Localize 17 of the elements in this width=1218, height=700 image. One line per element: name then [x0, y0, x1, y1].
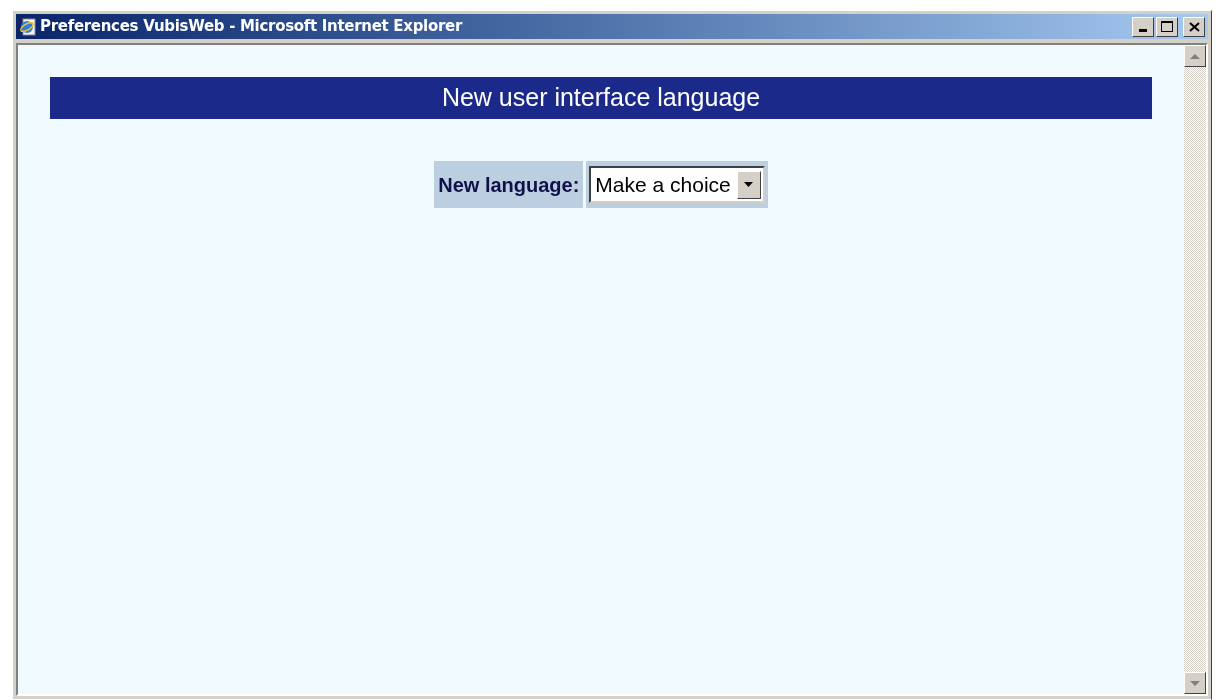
maximize-icon: [1161, 21, 1173, 32]
window-title: Preferences VubisWeb - Microsoft Internet Explorer: [40, 16, 462, 38]
close-button[interactable]: [1183, 16, 1205, 37]
up-arrow-icon: [1190, 53, 1200, 59]
maximize-button[interactable]: [1156, 16, 1178, 37]
scroll-up-button[interactable]: [1184, 45, 1206, 67]
down-arrow-icon: [1190, 680, 1200, 686]
minimize-button[interactable]: [1132, 16, 1154, 37]
browser-icon: [19, 17, 37, 36]
dropdown-button[interactable]: [736, 170, 761, 199]
page-heading: New user interface language: [441, 82, 761, 114]
minimize-icon: [1139, 28, 1147, 32]
language-select[interactable]: Make a choice: [589, 166, 765, 203]
scroll-down-button[interactable]: [1184, 672, 1206, 694]
field-label: New language:: [438, 172, 580, 198]
close-icon: [1188, 21, 1200, 32]
caret-icon: [744, 182, 754, 187]
